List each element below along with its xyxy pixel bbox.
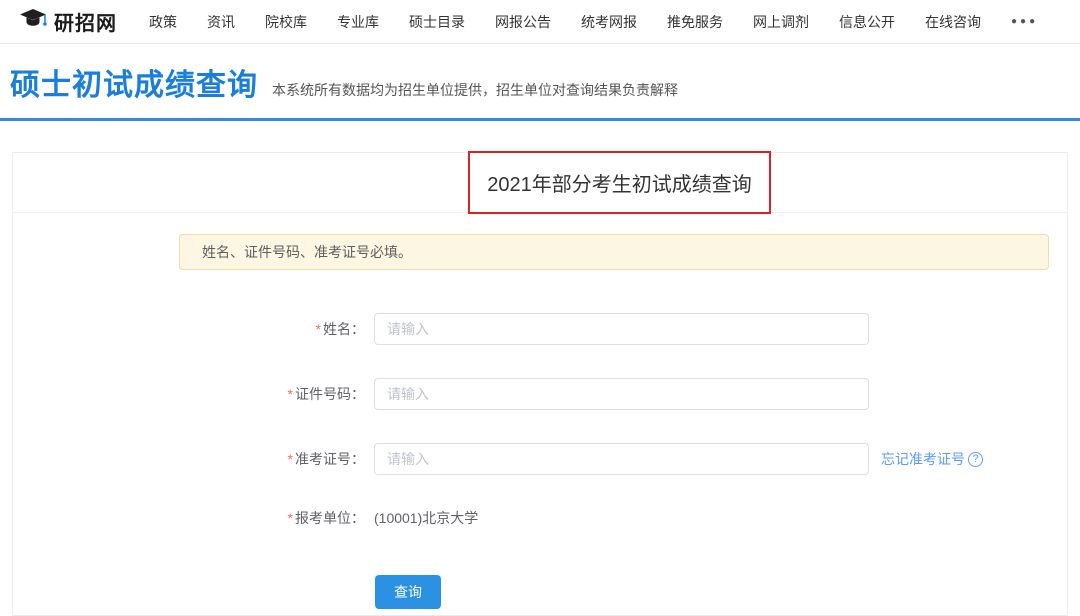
form-row-name: *姓名：: [13, 313, 1067, 345]
name-label: *姓名：: [13, 319, 365, 339]
nav-more-icon[interactable]: ●●●: [1011, 16, 1038, 27]
nav-item-college-library[interactable]: 院校库: [265, 12, 307, 32]
panel-header: 2021年部分考生初试成绩查询: [13, 153, 1067, 213]
query-panel: 2021年部分考生初试成绩查询 姓名、证件号码、准考证号必填。 *姓名： *证件…: [12, 152, 1068, 616]
required-mark: *: [288, 510, 293, 526]
query-button[interactable]: 查询: [375, 575, 441, 609]
top-navigation: 研招网 政策 资讯 院校库 专业库 硕士目录 网报公告 统考网报 推免服务 网上…: [0, 0, 1080, 44]
panel-title: 2021年部分考生初试成绩查询: [487, 168, 752, 197]
required-mark: *: [288, 451, 293, 467]
graduation-cap-icon: [20, 9, 47, 35]
submit-row: 查询: [13, 575, 1067, 609]
forgot-ticket-link[interactable]: 忘记准考证号 ?: [881, 449, 983, 469]
required-mark: *: [288, 386, 293, 402]
site-logo[interactable]: 研招网: [20, 7, 117, 36]
page-subtitle: 本系统所有数据均为招生单位提供，招生单位对查询结果负责解释: [272, 80, 678, 100]
nav-item-master-catalog[interactable]: 硕士目录: [409, 12, 465, 32]
id-number-input[interactable]: [374, 378, 869, 410]
nav-item-registration-notice[interactable]: 网报公告: [495, 12, 551, 32]
alert-text: 姓名、证件号码、准考证号必填。: [202, 242, 412, 262]
nav-item-policy[interactable]: 政策: [149, 12, 177, 32]
site-logo-text: 研招网: [54, 7, 117, 36]
nav-item-news[interactable]: 资讯: [207, 12, 235, 32]
required-fields-alert: 姓名、证件号码、准考证号必填。: [179, 234, 1049, 270]
form-row-target-unit: *报考单位： (10001)北京大学: [13, 508, 1067, 528]
required-mark: *: [316, 321, 321, 337]
nav-item-online-adjustment[interactable]: 网上调剂: [753, 12, 809, 32]
page-title: 硕士初试成绩查询: [10, 60, 258, 104]
forgot-ticket-link-text: 忘记准考证号: [881, 449, 965, 469]
header-divider: [0, 118, 1080, 121]
name-input[interactable]: [374, 313, 869, 345]
form-row-id-number: *证件号码：: [13, 378, 1067, 410]
nav-item-exemption-service[interactable]: 推免服务: [667, 12, 723, 32]
red-annotation-box: 2021年部分考生初试成绩查询: [468, 151, 771, 214]
form-row-ticket-number: *准考证号： 忘记准考证号 ?: [13, 443, 1067, 475]
nav-item-unified-exam-registration[interactable]: 统考网报: [581, 12, 637, 32]
nav-item-info-disclosure[interactable]: 信息公开: [839, 12, 895, 32]
nav-item-major-library[interactable]: 专业库: [337, 12, 379, 32]
nav-menu: 政策 资讯 院校库 专业库 硕士目录 网报公告 统考网报 推免服务 网上调剂 信…: [149, 12, 1038, 32]
target-unit-value: (10001)北京大学: [374, 508, 478, 528]
ticket-number-label: *准考证号：: [13, 449, 365, 469]
nav-item-online-consult[interactable]: 在线咨询: [925, 12, 981, 32]
page-header: 硕士初试成绩查询 本系统所有数据均为招生单位提供，招生单位对查询结果负责解释: [0, 44, 1080, 104]
id-number-label: *证件号码：: [13, 384, 365, 404]
target-unit-label: *报考单位：: [13, 508, 365, 528]
ticket-number-input[interactable]: [374, 443, 869, 475]
question-mark-icon: ?: [968, 452, 983, 467]
